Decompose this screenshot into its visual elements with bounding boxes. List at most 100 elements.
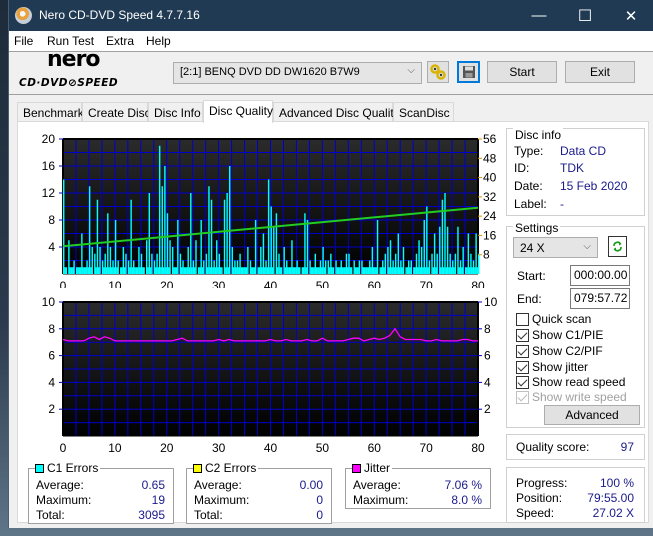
checkbox-box[interactable]	[516, 375, 529, 389]
c1-bar	[226, 193, 228, 274]
c1-bar	[383, 267, 385, 274]
advanced-button[interactable]: Advanced	[544, 405, 640, 425]
y2-tick-label: 8	[483, 248, 490, 262]
menu-extra[interactable]: Extra	[106, 34, 134, 48]
c1-bar	[407, 260, 410, 274]
checkbox-box[interactable]	[516, 312, 529, 326]
close-button[interactable]: ✕	[608, 0, 653, 31]
c1-bar	[265, 260, 267, 274]
c1-bar	[64, 267, 66, 274]
exit-button[interactable]: Exit	[565, 61, 635, 83]
y2-tick-label: 4	[484, 375, 491, 389]
c1-bar	[439, 226, 441, 274]
drive-select-value: [2:1] BENQ DVD DD DW1620 B7W9	[180, 66, 360, 78]
c1-bar	[478, 253, 480, 274]
maximize-button[interactable]: ☐	[562, 0, 608, 31]
drive-config-button[interactable]	[427, 61, 449, 83]
y-tick-label: 20	[42, 132, 56, 146]
c1-bar	[287, 267, 289, 274]
c1-bar	[235, 267, 237, 274]
end-input[interactable]: 079:57.72	[570, 288, 630, 309]
c1-bar	[82, 267, 84, 274]
c1-bar	[157, 267, 160, 274]
c1-total-label: Total:	[36, 508, 65, 522]
c1-bar	[140, 253, 143, 274]
c1-bar	[276, 267, 279, 274]
tab-disc-info[interactable]: Disc Info	[148, 102, 203, 122]
save-button[interactable]	[457, 61, 480, 83]
c1-bar	[323, 267, 326, 274]
c1-bar	[423, 220, 425, 274]
c1-bar	[81, 233, 83, 274]
menu-file[interactable]: File	[14, 34, 33, 48]
c1-bar	[384, 253, 387, 274]
c1-bar	[448, 267, 450, 274]
c1-bar	[241, 267, 244, 274]
c2-color-swatch	[193, 463, 202, 473]
minimize-button[interactable]: —	[516, 0, 562, 31]
x-tick-label: 0	[60, 441, 67, 454]
c2-errors-title: C2 Errors	[205, 461, 257, 475]
c1-bar	[203, 260, 205, 274]
tab-scandisc[interactable]: ScanDisc	[393, 102, 454, 122]
c1-bar	[182, 260, 184, 274]
c2-average-label: Average:	[194, 478, 242, 492]
refresh-button[interactable]	[608, 236, 627, 257]
c1-bar	[234, 260, 236, 274]
start-input[interactable]: 000:00.00	[570, 265, 630, 286]
menu-bar: File Run Test Extra Help	[9, 31, 653, 51]
x-tick-label: 80	[471, 441, 485, 454]
c1-bar	[318, 267, 320, 274]
c1-bar	[94, 253, 96, 274]
c1-bar	[348, 253, 350, 274]
c1-bar	[465, 267, 467, 274]
c1-bar	[336, 267, 339, 274]
c1-bar	[409, 267, 411, 274]
disc-label-value: -	[560, 197, 564, 211]
c1-bar	[433, 233, 436, 274]
position-label: Position:	[516, 491, 563, 505]
checkbox-box[interactable]	[516, 360, 529, 374]
menu-help[interactable]: Help	[146, 34, 171, 48]
c1-bar	[467, 233, 470, 274]
jitter-average-value: 7.06 %	[444, 478, 482, 492]
show-c1-pie-checkbox[interactable]: Show C1/PIE	[516, 328, 603, 342]
quick-scan-checkbox[interactable]: Quick scan	[516, 312, 591, 326]
c1-bar	[436, 253, 438, 274]
drive-select[interactable]: [2:1] BENQ DVD DD DW1620 B7W9 ⌵	[173, 62, 422, 84]
c1-bar	[63, 179, 65, 274]
c1-bar	[131, 267, 134, 274]
c1-bar	[453, 267, 455, 274]
x-tick-label: 0	[60, 279, 67, 288]
c1-bar	[330, 253, 332, 274]
c1-bar	[468, 267, 471, 274]
tab-advanced-disc-quality[interactable]: Advanced Disc Quality	[273, 102, 400, 122]
menu-run-test[interactable]: Run Test	[47, 34, 94, 48]
tab-benchmark[interactable]: Benchmark	[17, 102, 84, 122]
c1-bar	[187, 247, 189, 274]
settings-group: Settings 24 X ⌵ Start: 000:00.00 End: 07…	[506, 221, 645, 428]
c1-bar	[354, 267, 357, 274]
checkbox-box[interactable]	[516, 344, 529, 358]
c1-bar	[444, 193, 446, 274]
c1-bar	[195, 240, 197, 274]
c1-bar	[217, 267, 219, 274]
c1-bar	[95, 267, 97, 274]
c1-bar	[219, 267, 222, 274]
c1-bar	[65, 267, 68, 274]
tab-disc-quality[interactable]: Disc Quality	[203, 100, 273, 123]
start-button[interactable]: Start	[487, 61, 557, 83]
speed-select[interactable]: 24 X ⌵	[513, 237, 598, 258]
nero-app-icon	[15, 7, 32, 24]
c1-bar	[112, 260, 114, 274]
x-tick-label: 10	[108, 441, 122, 454]
show-read-speed-checkbox[interactable]: Show read speed	[516, 375, 625, 389]
show-c2-pif-checkbox[interactable]: Show C2/PIF	[516, 344, 603, 358]
checkbox-box[interactable]	[516, 328, 529, 342]
show-jitter-checkbox[interactable]: Show jitter	[516, 360, 588, 374]
c1-bar	[406, 267, 409, 274]
end-label: End:	[517, 292, 542, 306]
c1-bar	[446, 226, 449, 274]
tab-create-disc[interactable]: Create Disc	[82, 102, 151, 122]
c1-bar	[213, 260, 215, 274]
